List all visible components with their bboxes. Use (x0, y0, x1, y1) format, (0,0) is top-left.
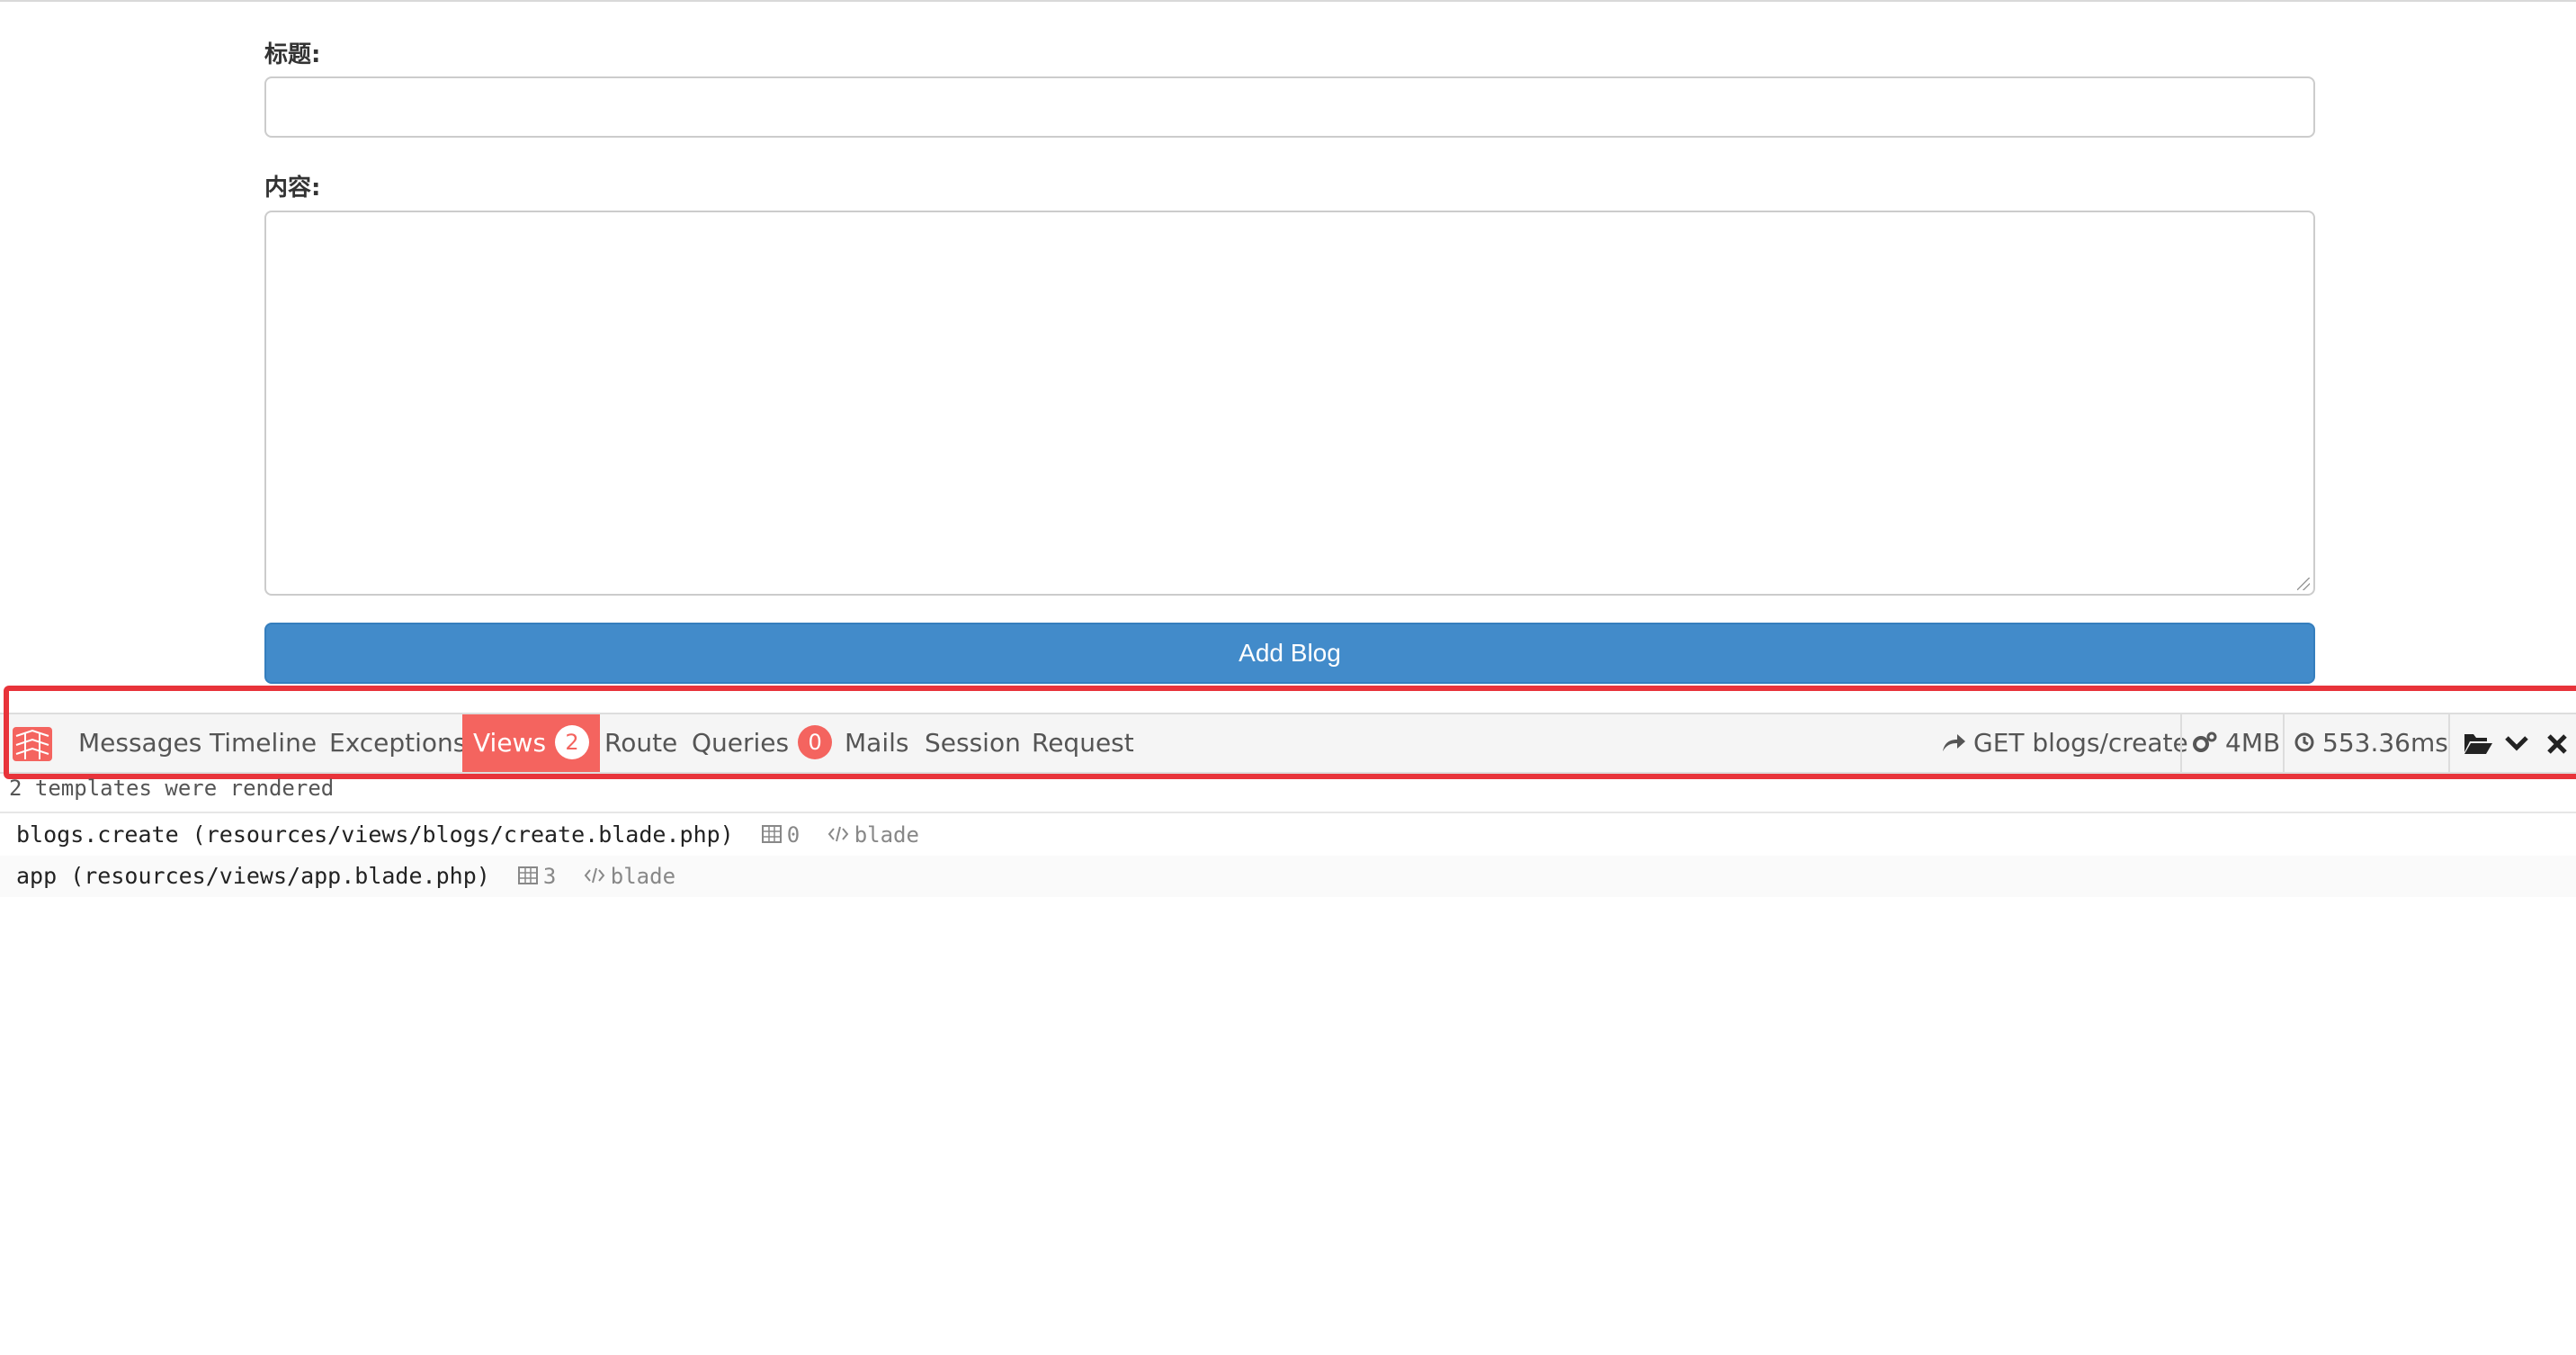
tab-timeline[interactable]: Timeline (210, 714, 317, 772)
view-name: blogs.create (resources/views/blogs/crea… (16, 821, 734, 848)
view-type: blade (827, 822, 919, 848)
tab-queries-label: Queries (692, 728, 790, 758)
close-icon[interactable] (2545, 732, 2569, 756)
panel-divider (0, 812, 2576, 813)
clock-icon (2294, 732, 2314, 752)
view-name: app (resources/views/app.blade.php) (16, 863, 490, 889)
chevron-down-icon[interactable] (2504, 732, 2529, 754)
request-indicator[interactable]: GET blogs/create (1941, 714, 2188, 772)
memory-indicator[interactable]: 4MB (2191, 714, 2280, 772)
views-count-badge: 2 (555, 725, 590, 759)
title-label: 标题: (264, 41, 321, 68)
divider (2283, 714, 2285, 772)
laravel-logo-icon[interactable] (11, 723, 54, 765)
view-params: 0 (761, 822, 813, 848)
tab-route[interactable]: Route (604, 714, 677, 772)
tab-exceptions[interactable]: Exceptions (329, 714, 466, 772)
time-indicator[interactable]: 553.36ms (2294, 714, 2448, 772)
debugbar: Messages Timeline Exceptions Views 2 Rout… (0, 713, 2576, 774)
tab-views[interactable]: Views 2 (462, 714, 601, 772)
tab-mails[interactable]: Mails (845, 714, 908, 772)
top-divider (0, 0, 2576, 2)
view-params: 3 (517, 864, 569, 889)
view-type-label: blade (610, 864, 676, 889)
code-icon (584, 867, 605, 884)
view-type: blade (584, 864, 675, 889)
view-params-count: 3 (542, 864, 557, 889)
table-icon (517, 866, 538, 884)
view-row[interactable]: app (resources/views/app.blade.php) 3 bl… (0, 856, 2576, 897)
view-params-count: 0 (786, 822, 801, 848)
cogs-icon (2193, 731, 2217, 752)
queries-count-badge: 0 (798, 725, 833, 759)
views-panel-header: 2 templates were rendered (9, 776, 335, 801)
memory-value: 4MB (2225, 728, 2281, 758)
divider (2448, 714, 2450, 772)
divider (2180, 714, 2182, 772)
table-icon (761, 825, 782, 843)
tab-queries[interactable]: Queries 0 (692, 714, 833, 772)
code-icon (827, 826, 848, 842)
view-row[interactable]: blogs.create (resources/views/blogs/crea… (0, 814, 2576, 856)
tab-request[interactable]: Request (1032, 714, 1134, 772)
resize-grip-icon[interactable] (2297, 578, 2310, 590)
content-label: 内容: (264, 175, 321, 202)
time-value: 553.36ms (2322, 728, 2448, 758)
add-blog-button[interactable]: Add Blog (264, 623, 2315, 684)
tab-views-label: Views (473, 728, 547, 758)
request-label: GET blogs/create (1973, 728, 2188, 758)
title-input[interactable] (264, 76, 2315, 138)
tab-messages[interactable]: Messages (78, 714, 201, 772)
share-arrow-icon (1943, 734, 1965, 751)
folder-open-icon[interactable] (2463, 731, 2493, 756)
view-type-label: blade (854, 822, 919, 848)
content-textarea[interactable] (264, 211, 2315, 596)
tab-session[interactable]: Session (925, 714, 1021, 772)
